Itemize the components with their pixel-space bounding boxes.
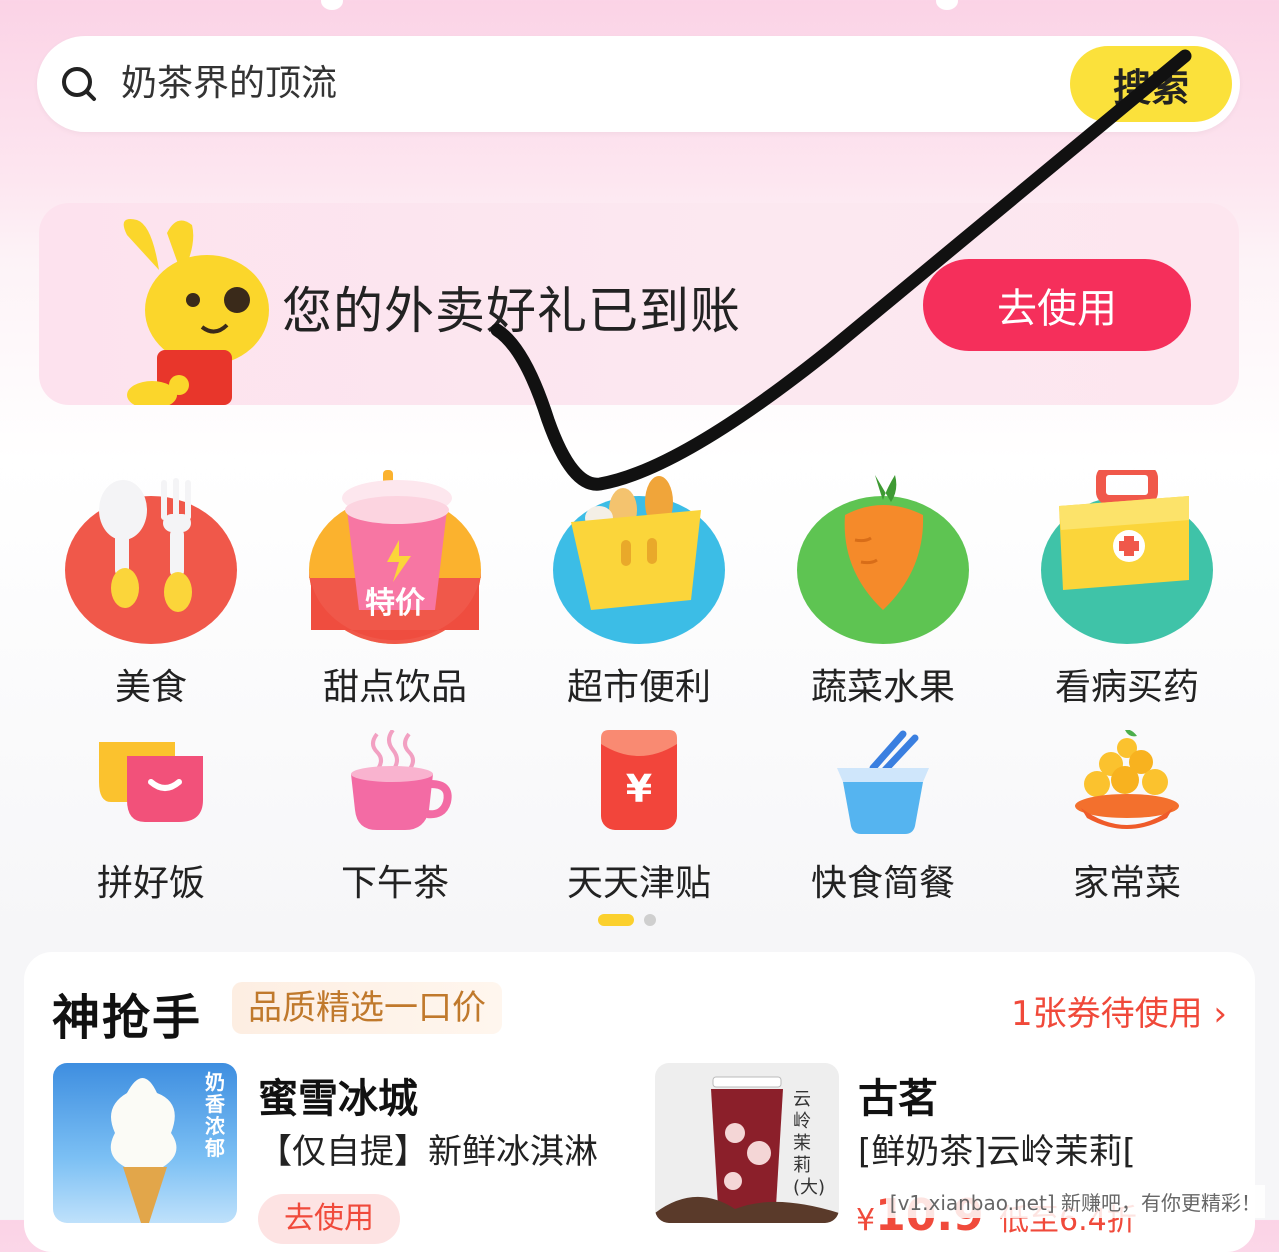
deals-tag: 品质精选一口价	[232, 982, 502, 1034]
watermark: [v1.xianbao.net] 新赚吧，有你更精彩！	[885, 1185, 1265, 1218]
category-food[interactable]: 美食	[29, 470, 273, 710]
category-home-cooking[interactable]: 家常菜	[1005, 729, 1249, 906]
category-label: 超市便利	[566, 667, 711, 708]
category-label: 看病买药	[1054, 667, 1199, 708]
category-label: 下午茶	[340, 863, 449, 904]
carrot-icon	[797, 475, 969, 644]
product-description: [鲜奶茶]云岭茉莉[	[858, 1132, 1136, 1172]
search-input[interactable]: 奶茶界的顶流	[121, 58, 337, 110]
deals-title: 神抢手	[52, 990, 203, 1046]
category-label: 天天津贴	[566, 863, 711, 904]
shop-name: 蜜雪冰城	[258, 1076, 418, 1122]
search-icon	[62, 67, 96, 101]
category-label: 美食	[114, 667, 187, 708]
category-label: 家常菜	[1072, 863, 1181, 904]
mascot-rabbit-icon	[123, 219, 269, 405]
product-image-text: 云岭茉莉(大)	[793, 1089, 826, 1198]
shop-name: 古茗	[858, 1076, 938, 1122]
category-label: 蔬菜水果	[810, 667, 955, 708]
use-gift-button[interactable]: 去使用	[923, 259, 1191, 351]
svg-text:¥: ¥	[626, 767, 652, 811]
use-coupon-button[interactable]: 去使用	[258, 1194, 400, 1244]
shopping-basket-icon	[553, 476, 725, 644]
product-image-mixue[interactable]: 奶香浓郁	[53, 1063, 237, 1223]
currency-symbol: ¥	[856, 1203, 876, 1238]
red-packet-icon: ¥	[601, 730, 677, 830]
search-bar[interactable]: 奶茶界的顶流 搜索	[37, 36, 1240, 132]
medicine-box-icon	[1041, 465, 1213, 644]
gift-banner[interactable]: 您的外卖好礼已到账 去使用	[39, 203, 1239, 405]
category-group-meal[interactable]: 拼好饭	[29, 730, 273, 906]
decor-dot	[321, 0, 343, 10]
category-daily-subsidy[interactable]: ¥ 天天津贴	[517, 730, 761, 906]
category-fast-meal[interactable]: 快食简餐	[761, 730, 1005, 906]
category-vegetables-fruits[interactable]: 蔬菜水果	[761, 470, 1005, 710]
category-supermarket[interactable]: 超市便利	[517, 470, 761, 710]
product-image-text: 奶香浓郁	[205, 1070, 225, 1160]
category-label: 拼好饭	[96, 863, 205, 904]
product-description: 【仅自提】新鲜冰淇淋	[258, 1132, 598, 1172]
chevron-right-icon: ›	[1213, 994, 1227, 1034]
page-indicator	[598, 914, 656, 926]
spoon-fork-icon	[65, 478, 237, 644]
category-label: 快食简餐	[810, 863, 955, 904]
banner-text: 您的外卖好礼已到账	[282, 282, 741, 340]
category-desserts-drinks[interactable]: 特价 甜点饮品	[273, 470, 517, 710]
category-medicine[interactable]: 看病买药	[1005, 465, 1249, 710]
tea-cup-icon	[351, 728, 452, 830]
category-label: 甜点饮品	[322, 667, 467, 708]
coupon-link[interactable]: 1张券待使用 ›	[1011, 986, 1227, 1035]
page-dot	[644, 914, 656, 926]
page-dot-active	[598, 914, 634, 926]
takeout-box-icon	[837, 730, 929, 834]
special-price-badge: 特价	[365, 586, 425, 621]
category-afternoon-tea[interactable]: 下午茶	[273, 728, 517, 906]
decor-dot	[936, 0, 958, 10]
bowl-smile-icon	[99, 742, 203, 822]
coupon-text: 1张券待使用	[1010, 994, 1203, 1034]
product-image-guming[interactable]: 云岭茉莉(大)	[655, 1063, 839, 1223]
dish-icon	[1075, 729, 1179, 829]
search-button[interactable]: 搜索	[1070, 46, 1232, 122]
